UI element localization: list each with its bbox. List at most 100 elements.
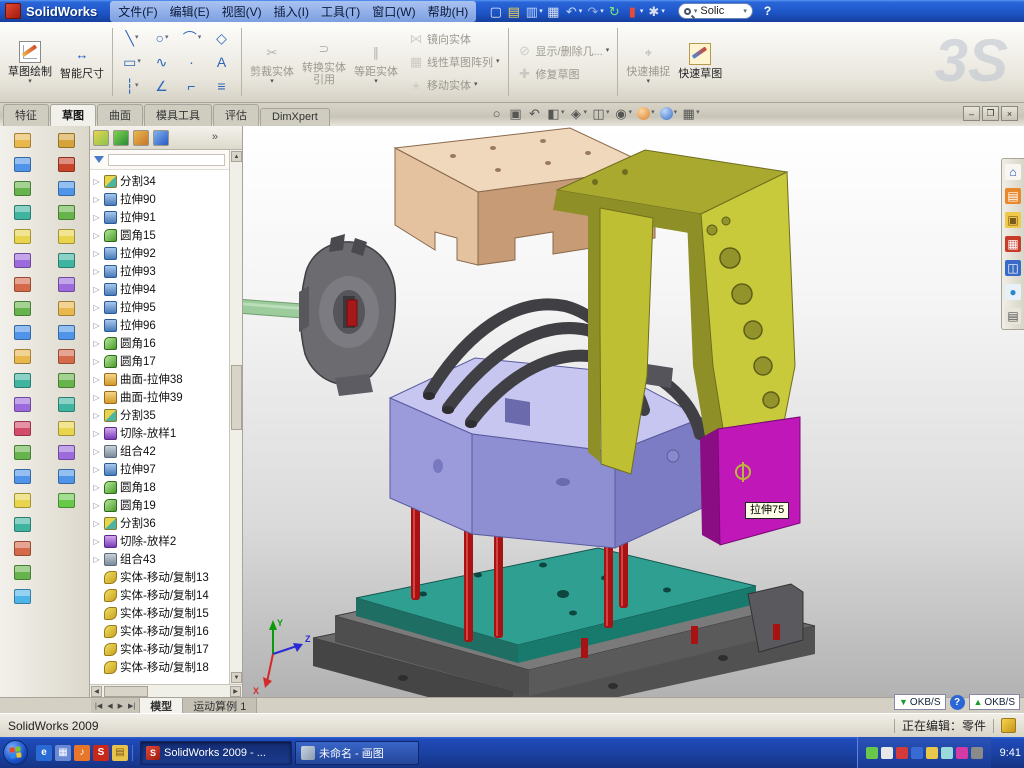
options-icon[interactable]: ✱ ▾: [645, 2, 667, 20]
arc-icon[interactable]: ⌒ ▾: [177, 26, 207, 50]
tool-icon[interactable]: [14, 541, 31, 556]
feature-tree-item[interactable]: ▷ 切除-放样1: [92, 424, 229, 442]
feature-tree-item[interactable]: ▷ 曲面-拉伸38: [92, 370, 229, 388]
feature-tree-item[interactable]: 实体-移动/复制13: [92, 568, 229, 586]
feature-tree-item[interactable]: ▷ 曲面-拉伸39: [92, 388, 229, 406]
media-player-icon[interactable]: ♪: [74, 745, 90, 761]
tool-icon[interactable]: [58, 445, 75, 460]
feature-tree-item[interactable]: ▷ 分割36: [92, 514, 229, 532]
feature-tree-item[interactable]: ▷ 切除-放样2: [92, 532, 229, 550]
command-manager-tab[interactable]: 草图: [50, 104, 96, 126]
rebuild-icon[interactable]: ↻: [606, 2, 624, 20]
feature-tree-item[interactable]: 实体-移动/复制15: [92, 604, 229, 622]
tray-icon[interactable]: [956, 747, 968, 759]
centerline-icon[interactable]: ┆ ▾: [117, 74, 147, 98]
sketch-fillet-icon[interactable]: ⌐: [177, 74, 207, 98]
tool-icon[interactable]: [58, 181, 75, 196]
display-style-icon[interactable]: ◫ ▾: [592, 106, 610, 120]
feature-tree-item[interactable]: ▷ 拉伸95: [92, 298, 229, 316]
toolbox-icon[interactable]: ▦: [1005, 236, 1021, 252]
convert-entities-button[interactable]: ⊃ 转换实体引用: [298, 24, 350, 100]
download-speed-badge[interactable]: ▼OKB/S: [894, 694, 946, 710]
feature-manager-tab-icon[interactable]: [93, 130, 109, 146]
start-button[interactable]: [3, 740, 28, 765]
tool-icon[interactable]: [58, 133, 75, 148]
tool-icon[interactable]: [14, 157, 31, 172]
tray-icon[interactable]: [941, 747, 953, 759]
offset-entities-button[interactable]: ∥ 等距实体 ▾: [350, 24, 402, 100]
tool-icon[interactable]: [58, 277, 75, 292]
tool-icon[interactable]: [58, 205, 75, 220]
zoom-area-icon[interactable]: ▣: [509, 106, 523, 120]
search-dropdown-icon[interactable]: ▾: [743, 7, 747, 15]
appearances-icon[interactable]: ●: [1005, 284, 1021, 300]
taskbar-task-button[interactable]: 未命名 - 画图: [295, 741, 419, 765]
scroll-up-button[interactable]: ▲: [231, 151, 242, 162]
line-icon[interactable]: ╲ ▾: [117, 26, 147, 50]
first-tab-button[interactable]: |◀: [93, 702, 104, 710]
document-tab[interactable]: 运动算例 1: [183, 698, 257, 713]
taskbar-task-button[interactable]: S SolidWorks 2009 - ...: [140, 741, 292, 765]
feature-tree-item[interactable]: ▷ 拉伸90: [92, 190, 229, 208]
display-delete-relations-button[interactable]: ⊘ 显示/删除几... ▾: [513, 40, 614, 62]
tool-icon[interactable]: [14, 445, 31, 460]
view-settings-icon[interactable]: ▦ ▾: [682, 106, 700, 120]
feature-tree-item[interactable]: ▷ 圆角15: [92, 226, 229, 244]
tray-icon[interactable]: [971, 747, 983, 759]
tray-icon[interactable]: [911, 747, 923, 759]
menu-item[interactable]: 工具(T): [315, 1, 366, 22]
spline-icon[interactable]: ∿: [147, 50, 177, 74]
document-tab[interactable]: 模型: [140, 698, 183, 713]
menu-item[interactable]: 窗口(W): [366, 1, 421, 22]
scroll-right-button[interactable]: ▶: [230, 686, 241, 697]
view-orientation-icon[interactable]: ◈ ▾: [570, 106, 588, 120]
feature-tree-item[interactable]: ▷ 拉伸97: [92, 460, 229, 478]
tool-icon[interactable]: [58, 373, 75, 388]
feature-tree-item[interactable]: ▷ 圆角16: [92, 334, 229, 352]
next-tab-button[interactable]: ▶: [116, 702, 125, 710]
doc-minimize-button[interactable]: –: [963, 106, 980, 121]
tool-icon[interactable]: [14, 493, 31, 508]
tool-icon[interactable]: [14, 205, 31, 220]
point-icon[interactable]: ·: [177, 50, 207, 74]
save-icon[interactable]: ▥ ▾: [523, 2, 545, 20]
feature-tree-item[interactable]: ▷ 分割34: [92, 172, 229, 190]
rectangle-icon[interactable]: ▭ ▾: [117, 50, 147, 74]
open-icon[interactable]: ▤: [505, 2, 523, 20]
equation-icon[interactable]: ≡: [207, 74, 237, 98]
scroll-down-button[interactable]: ▼: [231, 672, 242, 683]
feature-tree-item[interactable]: ▷ 拉伸93: [92, 262, 229, 280]
zoom-fit-icon[interactable]: ○: [490, 106, 504, 120]
tool-icon[interactable]: [14, 301, 31, 316]
previous-view-icon[interactable]: ↶: [528, 106, 542, 120]
tray-icon[interactable]: [926, 747, 938, 759]
feature-tree-item[interactable]: ▷ 圆角18: [92, 478, 229, 496]
repair-sketch-button[interactable]: ✚ 修复草图: [513, 63, 614, 85]
feature-tree-item[interactable]: ▷ 拉伸91: [92, 208, 229, 226]
polygon-icon[interactable]: ◇: [207, 26, 237, 50]
filter-icon[interactable]: [94, 156, 104, 163]
move-entities-button[interactable]: + 移动实体 ▾: [404, 74, 504, 96]
tool-icon[interactable]: [14, 589, 31, 604]
search-box[interactable]: ▾ Solic ▾: [678, 3, 753, 19]
tree-horizontal-scrollbar[interactable]: ◀ ▶: [90, 684, 242, 697]
search-input[interactable]: Solic: [700, 5, 740, 17]
tool-icon[interactable]: [14, 181, 31, 196]
sketch-button[interactable]: 草图绘制 ▾: [4, 24, 56, 100]
show-desktop-icon[interactable]: ▦: [55, 745, 71, 761]
edit-color-icon[interactable]: ▮ ▾: [624, 2, 646, 20]
feature-tree-item[interactable]: ▷ 拉伸96: [92, 316, 229, 334]
view-palette-icon[interactable]: ◫: [1005, 260, 1021, 276]
tool-icon[interactable]: [14, 277, 31, 292]
tool-icon[interactable]: [58, 325, 75, 340]
overlay-help-button[interactable]: ?: [950, 695, 965, 710]
property-manager-tab-icon[interactable]: [113, 130, 129, 146]
custom-properties-icon[interactable]: ▤: [1005, 308, 1021, 324]
panel-chevron-button[interactable]: »: [212, 131, 230, 143]
file-explorer-icon[interactable]: ▣: [1005, 212, 1021, 228]
solidworks-launch-icon[interactable]: S: [93, 745, 109, 761]
feature-tree-item[interactable]: 实体-移动/复制18: [92, 658, 229, 676]
feature-tree-item[interactable]: 实体-移动/复制17: [92, 640, 229, 658]
tool-icon[interactable]: [58, 157, 75, 172]
tool-icon[interactable]: [58, 301, 75, 316]
